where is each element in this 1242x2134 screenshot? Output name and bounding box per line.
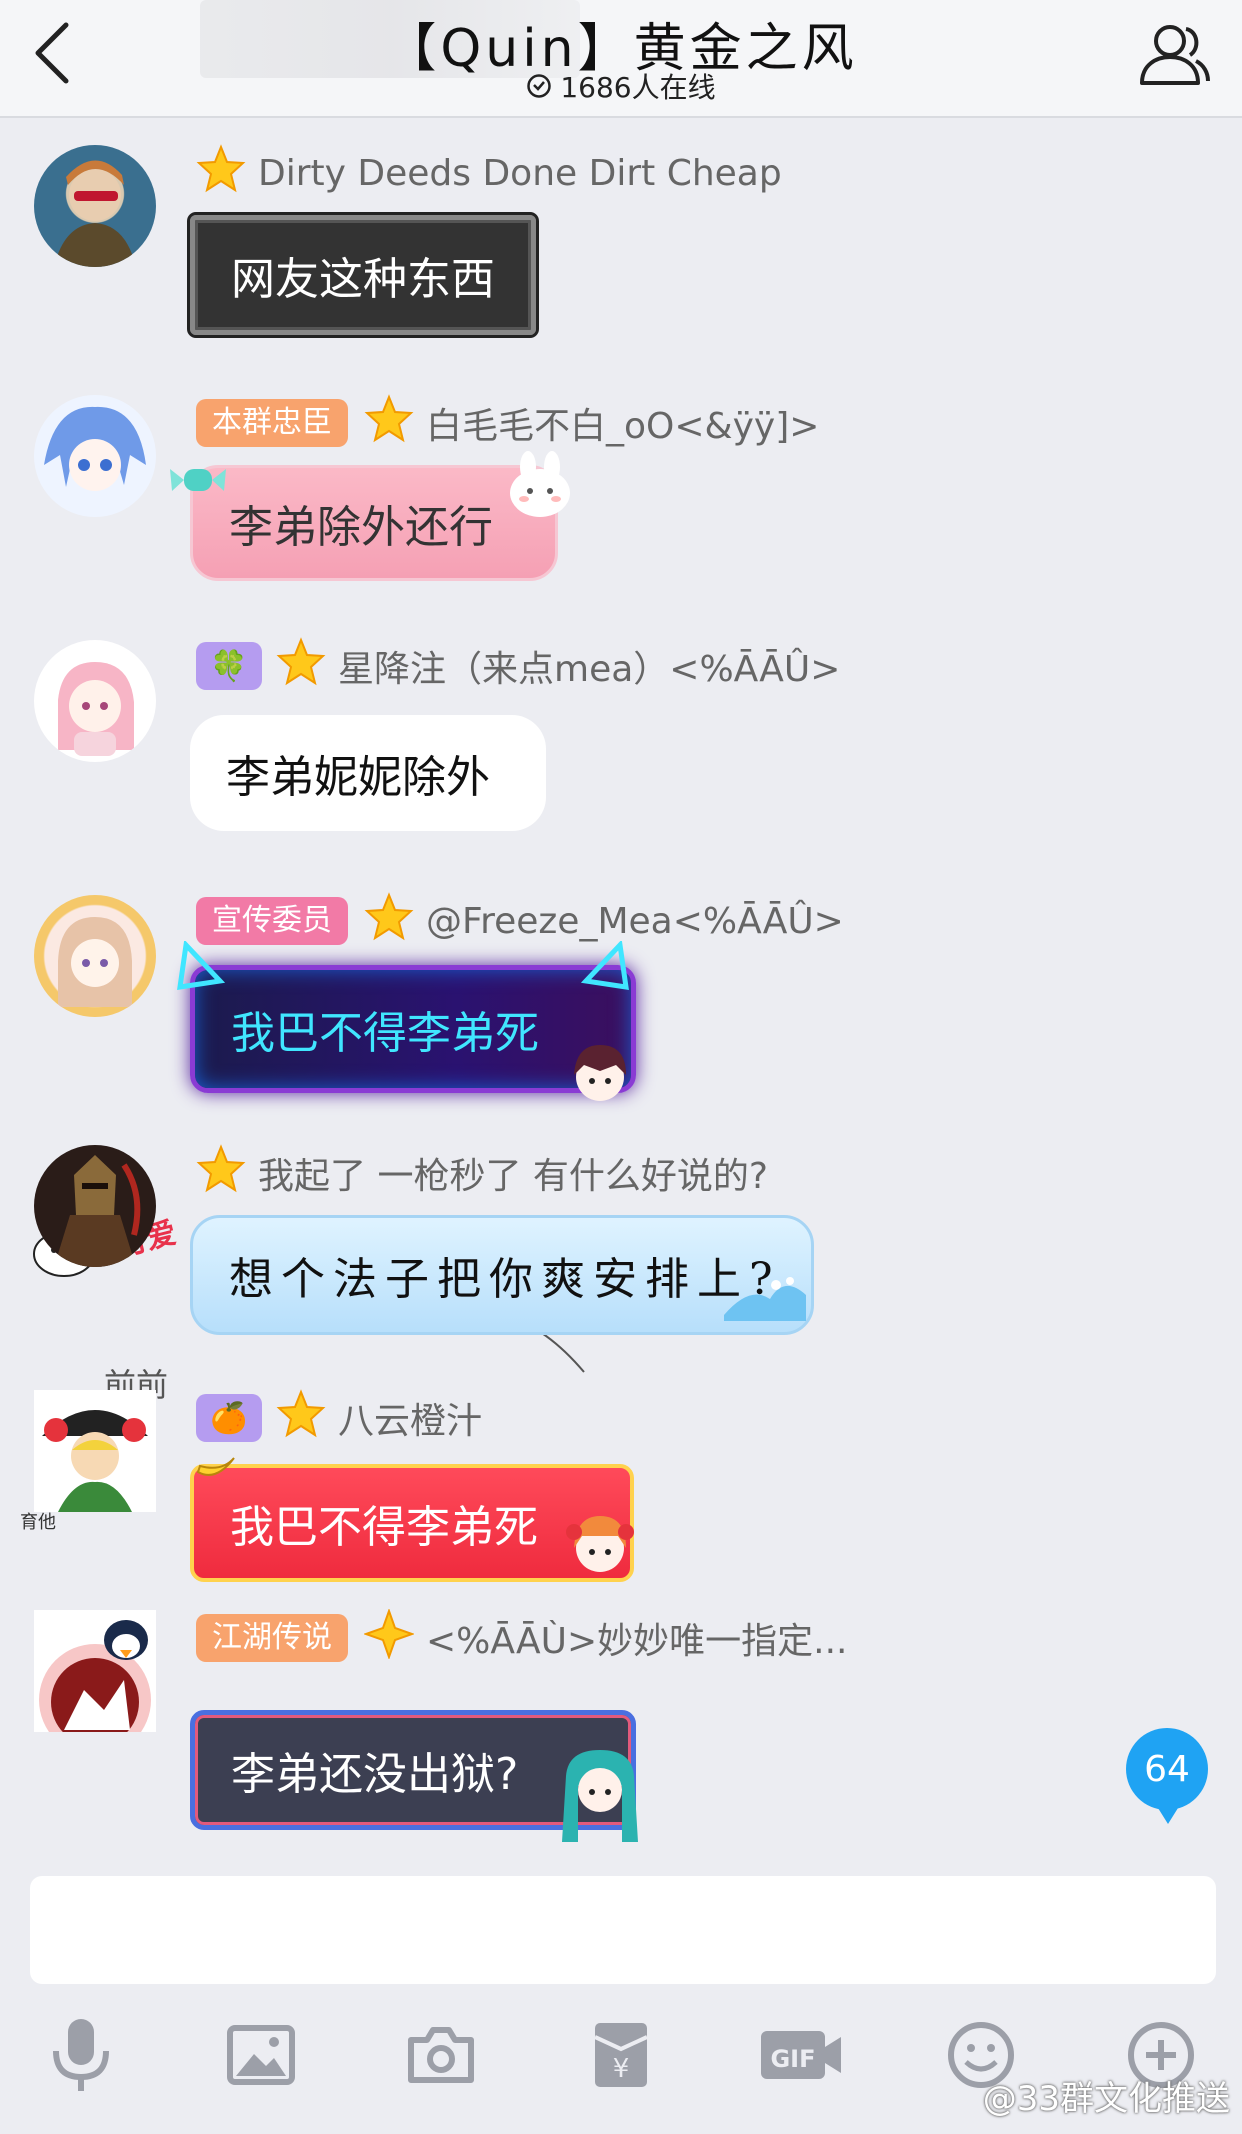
star-icon — [196, 1143, 246, 1203]
cat-ear-left-icon — [177, 941, 226, 990]
clover-badge: 🍀 — [196, 642, 262, 690]
image-icon — [227, 2025, 295, 2085]
chibi-sticker-icon — [574, 1045, 626, 1101]
message-item: Dirty Deeds Done Dirt Cheap 网友这种东西 — [0, 143, 1242, 355]
camera-button[interactable] — [396, 2010, 486, 2100]
sender-name: <%ĀĀÙ>妙妙唯一指定... — [426, 1621, 848, 1662]
sender-name: 我起了 一枪秒了 有什么好说的? — [258, 1156, 768, 1197]
star-icon — [276, 1388, 326, 1448]
sender-meta: 宣传委员 @Freeze_Mea<%ĀĀÛ> — [196, 891, 844, 951]
gif-button[interactable]: GIF — [756, 2010, 846, 2100]
message-item: 江湖传说 <%ĀĀÙ>妙妙唯一指定... 李弟还没出狱? — [0, 1607, 1242, 1850]
cat-ear-right-icon — [580, 941, 629, 990]
message-input[interactable] — [30, 1876, 1216, 1984]
avatar-overlay-text: 育他 — [20, 1512, 56, 1533]
message-bubble[interactable]: 网友这种东西 — [187, 212, 539, 338]
bunny-icon — [510, 451, 570, 517]
unread-count-badge[interactable]: 64 — [1126, 1728, 1208, 1824]
member-title-tag: 宣传委员 — [196, 897, 348, 945]
avatar[interactable] — [34, 1145, 156, 1267]
sender-meta: Dirty Deeds Done Dirt Cheap — [196, 143, 782, 203]
sender-meta: 我起了 一枪秒了 有什么好说的? — [196, 1143, 768, 1203]
chibi-sticker-icon — [562, 1750, 638, 1842]
sender-name: Dirty Deeds Done Dirt Cheap — [258, 152, 782, 194]
avatar[interactable] — [34, 640, 156, 762]
online-count: 1686人在线 — [0, 66, 1242, 106]
message-item: 宣传委员 @Freeze_Mea<%ĀĀÛ> 我巴不得李弟死 — [0, 865, 1242, 1115]
member-title-tag: 本群忠臣 — [196, 399, 348, 447]
gif-icon: GIF — [761, 2031, 841, 2079]
sender-meta: 🍀 星降注（来点mea）<%ĀĀÛ> — [196, 636, 841, 696]
banana-icon — [196, 1457, 235, 1476]
sender-meta: 本群忠臣 白毛毛不白_oO<&ÿÿ]> — [196, 393, 820, 453]
message-item: 本群忠臣 白毛毛不白_oO<&ÿÿ]> 李弟除外还行 — [0, 393, 1242, 605]
diamond-icon — [362, 1607, 416, 1668]
message-bubble[interactable]: 李弟妮妮除外 — [190, 715, 546, 831]
red-packet-button[interactable]: ¥ — [576, 2010, 666, 2100]
star-icon — [364, 891, 414, 951]
member-title-tag: 江湖传说 — [196, 1614, 348, 1662]
avatar[interactable] — [34, 895, 156, 1017]
clock-icon — [526, 73, 552, 106]
chat-header: 【Quin】黄金之风 1686人在线 — [0, 0, 1242, 118]
group-members-icon — [1140, 25, 1210, 85]
sender-name: 八云橙汁 — [338, 1401, 483, 1442]
star-icon — [364, 393, 414, 453]
orange-badge: 🍊 — [196, 1394, 262, 1442]
watermark-text: @33群文化推送 — [982, 2079, 1230, 2119]
message-item: 我起了 一枪秒了 有什么好说的? 想个法子把你爽安排上? — [0, 1143, 1242, 1375]
voice-button[interactable] — [36, 2010, 126, 2100]
avatar[interactable] — [34, 145, 156, 267]
sender-name: 星降注（来点mea）<%ĀĀÛ> — [338, 649, 841, 690]
image-button[interactable] — [216, 2010, 306, 2100]
star-icon — [196, 143, 246, 203]
star-icon — [276, 636, 326, 696]
sender-meta: 江湖传说 <%ĀĀÙ>妙妙唯一指定... — [196, 1607, 848, 1668]
online-count-text: 1686人在线 — [560, 71, 716, 104]
group-members-button[interactable] — [1134, 16, 1214, 92]
avatar[interactable] — [34, 1390, 156, 1512]
avatar[interactable] — [34, 1610, 156, 1732]
candy-icon — [170, 469, 226, 491]
mic-icon — [53, 2019, 109, 2091]
svg-text:¥: ¥ — [613, 2054, 630, 2084]
message-item: 前前 育他 🍊 八云橙汁 我巴不得李弟死 — [0, 1360, 1242, 1610]
red-packet-icon: ¥ — [594, 2023, 648, 2087]
avatar[interactable] — [34, 395, 156, 517]
sender-name: 白毛毛不白_oO<&ÿÿ]> — [426, 406, 820, 447]
sender-name: @Freeze_Mea<%ĀĀÛ> — [426, 900, 844, 942]
wave-decoration — [724, 1277, 806, 1321]
sender-meta: 🍊 八云橙汁 — [196, 1388, 483, 1448]
chibi-sticker-icon — [566, 1516, 634, 1572]
svg-text:GIF: GIF — [770, 2045, 815, 2073]
camera-icon — [408, 2027, 474, 2083]
message-item: 我可爱 🍀 星降注（来点mea）<%ĀĀÛ> 李弟妮妮除外 — [0, 610, 1242, 1373]
